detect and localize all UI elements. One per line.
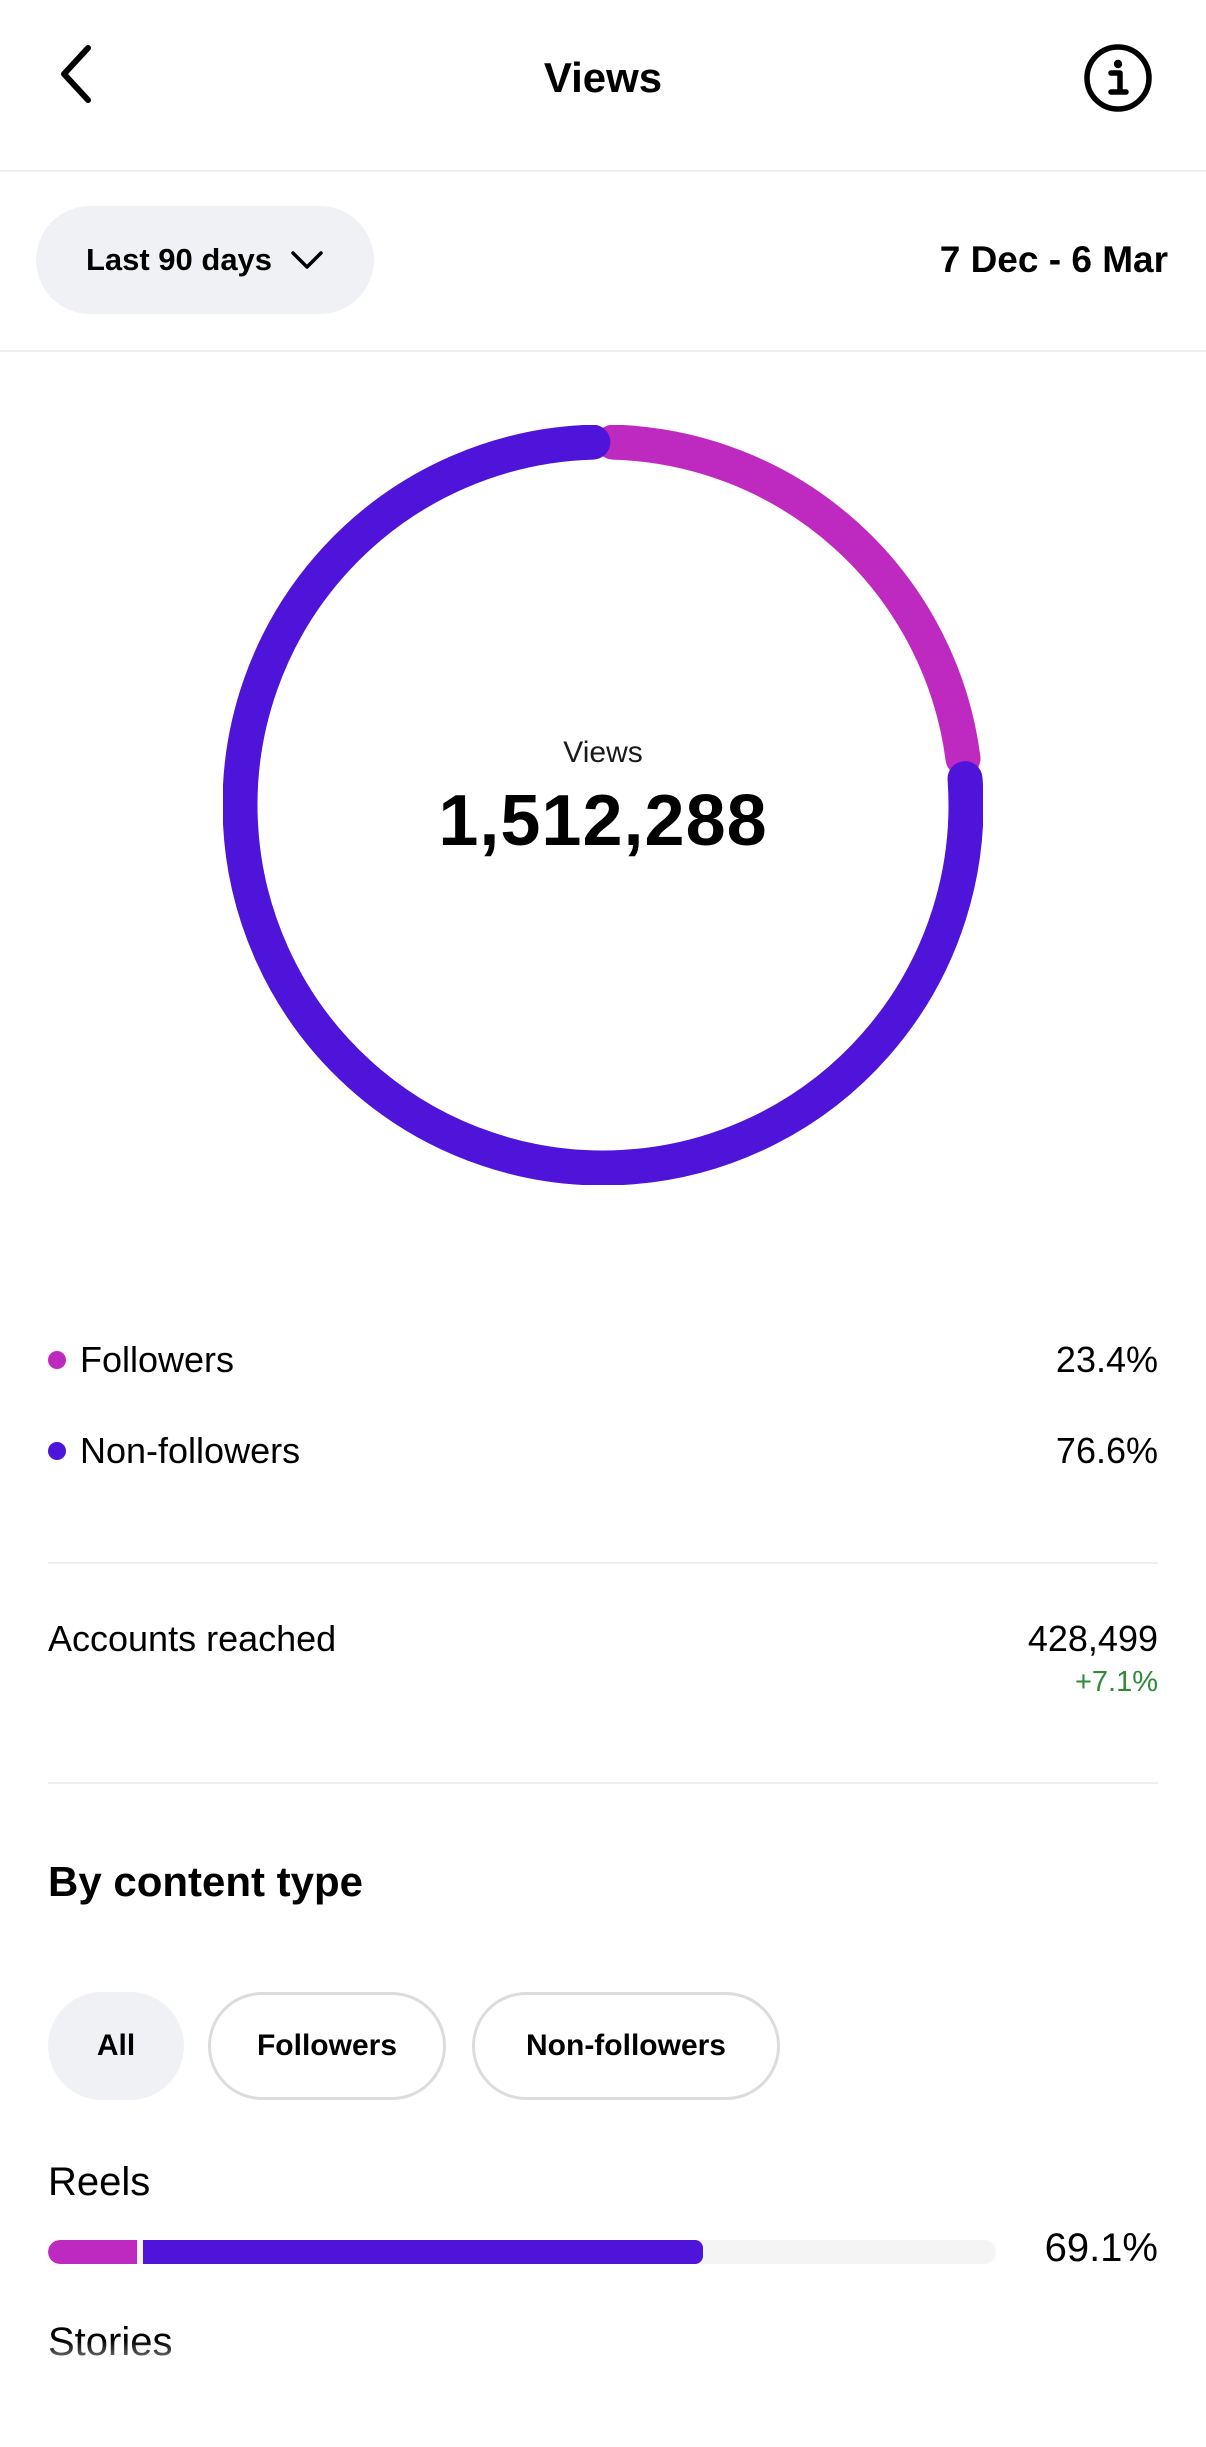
chip-non-followers-label: Non-followers <box>526 2029 726 2062</box>
chip-followers[interactable]: Followers <box>208 1992 446 2100</box>
followers-dot <box>48 1351 66 1369</box>
reels-bar <box>48 2240 996 2264</box>
date-range-dropdown-label: Last 90 days <box>85 242 273 277</box>
accounts-reached-value: 428,499 <box>1027 1618 1158 1659</box>
chip-non-followers[interactable]: Non-followers <box>472 1992 780 2100</box>
chevron-down-icon <box>290 242 324 278</box>
stories-label: Stories <box>48 2320 173 2364</box>
info-button[interactable] <box>1082 42 1154 114</box>
reels-bar-followers <box>48 2240 137 2264</box>
legend-followers-value: 23.4% <box>1055 1339 1158 1380</box>
chip-followers-label: Followers <box>256 2029 398 2062</box>
divider <box>48 1782 1158 1784</box>
reels-label: Reels <box>48 2160 151 2204</box>
divider <box>48 1562 1158 1564</box>
legend-followers: Followers 23.4% <box>48 1330 1158 1390</box>
chip-all[interactable]: All <box>48 1992 184 2100</box>
total-views-value: 1,512,288 <box>438 781 768 861</box>
donut-center: Views 1,512,288 <box>223 425 983 1185</box>
chevron-left-icon <box>56 42 96 111</box>
legend-non-followers: Non-followers 76.6% <box>48 1421 1158 1481</box>
reels-percent: 69.1% <box>1044 2226 1158 2270</box>
filter-row: Last 90 days 7 Dec - 6 Mar <box>0 172 1206 352</box>
non-followers-dot <box>48 1442 66 1460</box>
legend-followers-label: Followers <box>80 1339 235 1380</box>
date-range-text: 7 Dec - 6 Mar <box>939 239 1168 280</box>
reels-bar-non-followers <box>143 2240 703 2264</box>
date-range-dropdown[interactable]: Last 90 days <box>36 206 374 314</box>
back-button[interactable] <box>56 40 128 112</box>
scroll-fade <box>0 2340 1206 2447</box>
section-title-content-type: By content type <box>48 1858 364 1905</box>
views-insights-screen: Views Last 90 days 7 Dec - 6 Mar Views 1… <box>0 0 1206 2447</box>
chip-all-label: All <box>96 2029 136 2062</box>
top-bar: Views <box>0 0 1206 172</box>
donut-center-label: Views <box>563 736 643 769</box>
info-circle-icon <box>1082 44 1154 118</box>
views-donut-chart: Views 1,512,288 <box>223 425 983 1185</box>
page-title: Views <box>543 54 663 101</box>
legend-non-followers-label: Non-followers <box>80 1430 301 1471</box>
accounts-reached-change: +7.1% <box>1074 1666 1158 1698</box>
accounts-reached-label: Accounts reached <box>48 1618 337 1659</box>
legend-non-followers-value: 76.6% <box>1055 1430 1158 1471</box>
